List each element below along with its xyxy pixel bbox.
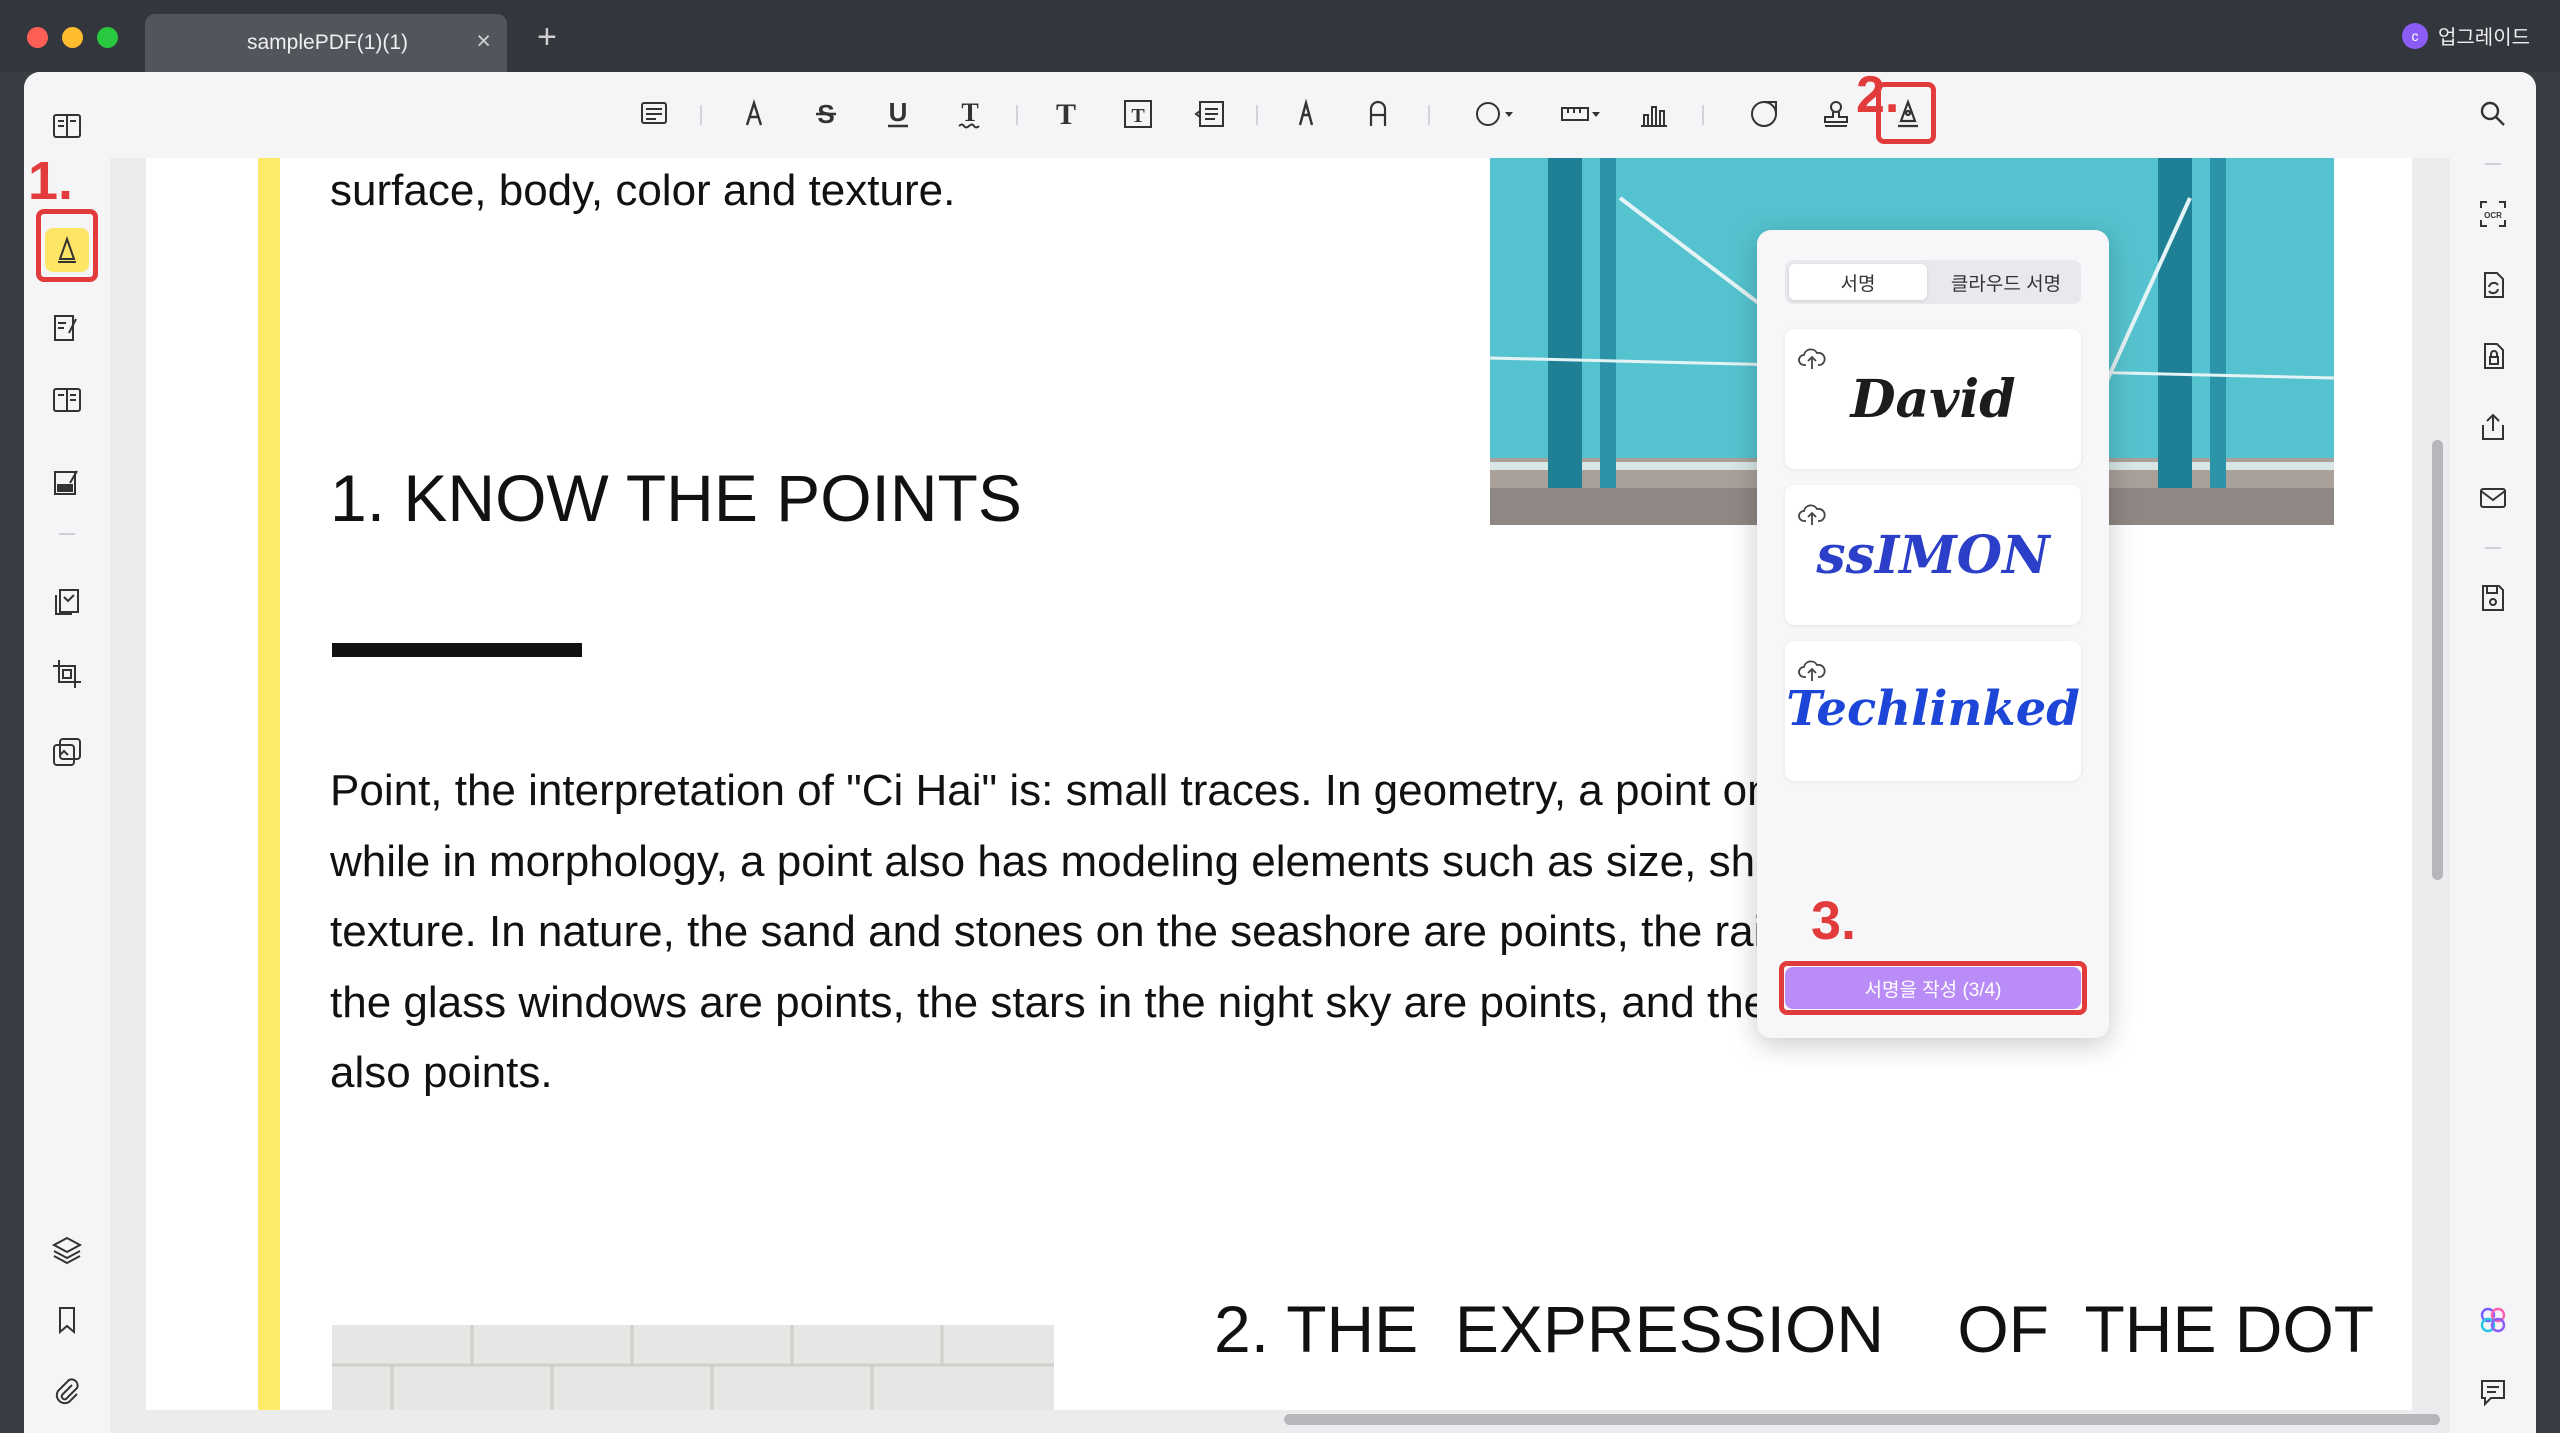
crop-icon[interactable]	[45, 652, 89, 696]
note-icon[interactable]	[632, 92, 676, 136]
document-tab-title: samplePDF(1)(1)	[247, 31, 409, 54]
save-icon[interactable]	[2471, 576, 2515, 620]
right-tool-rail: OCR	[2450, 72, 2536, 1433]
signature-card-david[interactable]: David	[1785, 329, 2081, 469]
strikethrough-icon[interactable]: S	[804, 92, 848, 136]
close-window-button[interactable]	[27, 27, 48, 48]
title-bar: samplePDF(1)(1) × + c 업그레이드	[0, 0, 2560, 72]
tab-close-icon[interactable]: ×	[476, 27, 491, 55]
ai-icon[interactable]	[2471, 1298, 2515, 1342]
svg-text:T: T	[1056, 98, 1076, 131]
rail-divider	[2485, 163, 2501, 165]
form-icon[interactable]	[45, 378, 89, 422]
user-avatar: c	[2402, 22, 2428, 49]
upgrade-label: 업그레이드	[2438, 27, 2530, 49]
sticker-icon[interactable]	[1742, 92, 1786, 136]
left-tool-rail: 1.	[24, 72, 110, 1433]
toolbar-divider	[1428, 105, 1430, 125]
shape-icon[interactable]	[1466, 92, 1524, 136]
convert-icon[interactable]	[2471, 263, 2515, 307]
comment-list-icon[interactable]	[2471, 1370, 2515, 1414]
search-icon[interactable]	[2471, 92, 2515, 136]
highlight-bar	[258, 158, 280, 1410]
organize-pages-icon[interactable]	[45, 580, 89, 624]
tab-cloud-signature[interactable]: 클라우드 서명	[1935, 264, 2077, 300]
textbox-icon[interactable]: T	[1116, 92, 1160, 136]
new-tab-button[interactable]: +	[537, 20, 557, 54]
eraser-icon[interactable]	[1356, 92, 1400, 136]
toolbar-divider	[1256, 105, 1258, 125]
reader-icon[interactable]	[45, 104, 89, 148]
signature-text: Techlinked	[1786, 681, 2080, 737]
text-icon[interactable]: T	[1044, 92, 1088, 136]
signature-text: David	[1850, 369, 2016, 430]
share-icon[interactable]	[2471, 405, 2515, 449]
heading-underline-rule	[332, 643, 582, 657]
layers-icon[interactable]	[45, 1228, 89, 1272]
toolbar-divider	[1702, 105, 1704, 125]
textcallout-icon[interactable]	[1188, 92, 1232, 136]
protect-icon[interactable]	[2471, 334, 2515, 378]
paragraph-line: also points.	[330, 1048, 553, 1097]
edit-icon[interactable]	[45, 306, 89, 350]
signature-text: ssIMON	[1816, 525, 2050, 586]
step3-highlight-box	[1779, 961, 2087, 1015]
toolbar-divider	[1016, 105, 1018, 125]
step1-label: 1.	[28, 151, 74, 211]
fill-sign-icon[interactable]	[45, 460, 89, 504]
svg-text:OCR: OCR	[2484, 211, 2502, 220]
app-window: 1. S U T T T 2. OCR surface, body, color…	[24, 72, 2536, 1433]
vertical-scrollbar[interactable]	[2432, 440, 2443, 880]
attachment-icon[interactable]	[45, 1370, 89, 1414]
document-tab[interactable]: samplePDF(1)(1) ×	[145, 14, 507, 72]
pencil-icon[interactable]	[1284, 92, 1328, 136]
heading-expression-of-the-dot: 2. THE EXPRESSION OF THE DOT	[1214, 1292, 2375, 1366]
chart-icon[interactable]	[1632, 92, 1676, 136]
underline-icon[interactable]: U	[876, 92, 920, 136]
highlighter-icon[interactable]	[732, 92, 776, 136]
step2-label: 2.	[1856, 72, 1900, 124]
rail-divider	[59, 533, 75, 535]
measure-icon[interactable]	[1552, 92, 1610, 136]
signature-popover: 서명 클라우드 서명 David ssIMON Techlinked 3. 서명…	[1757, 230, 2109, 1038]
email-icon[interactable]	[2471, 476, 2515, 520]
tile-photo	[332, 1325, 1054, 1410]
signature-tab-switch: 서명 클라우드 서명	[1785, 260, 2081, 304]
step1-highlight-box	[36, 209, 98, 282]
minimize-window-button[interactable]	[62, 27, 83, 48]
zoom-window-button[interactable]	[97, 27, 118, 48]
svg-text:T: T	[1131, 105, 1145, 127]
heading-know-the-points: 1. KNOW THE POINTS	[330, 461, 1022, 535]
upgrade-button[interactable]: c 업그레이드	[2402, 21, 2530, 50]
signature-card-techlinked[interactable]: Techlinked	[1785, 641, 2081, 781]
bookmark-icon[interactable]	[45, 1298, 89, 1342]
signature-card-simon[interactable]: ssIMON	[1785, 485, 2081, 625]
toolbar-divider	[700, 105, 702, 125]
step3-label: 3.	[1811, 891, 1857, 951]
tools-icon[interactable]	[45, 730, 89, 774]
svg-text:U: U	[889, 97, 908, 127]
paragraph-top-line: surface, body, color and texture.	[330, 166, 956, 215]
annotation-toolbar: S U T T T 2.	[110, 72, 2450, 158]
ocr-icon[interactable]: OCR	[2471, 192, 2515, 236]
svg-text:T: T	[961, 98, 978, 127]
horizontal-scrollbar[interactable]	[1284, 1414, 2440, 1425]
tab-signature[interactable]: 서명	[1789, 264, 1927, 300]
squiggly-icon[interactable]: T	[948, 92, 992, 136]
stamp-icon[interactable]	[1814, 92, 1858, 136]
rail-divider	[2485, 547, 2501, 549]
